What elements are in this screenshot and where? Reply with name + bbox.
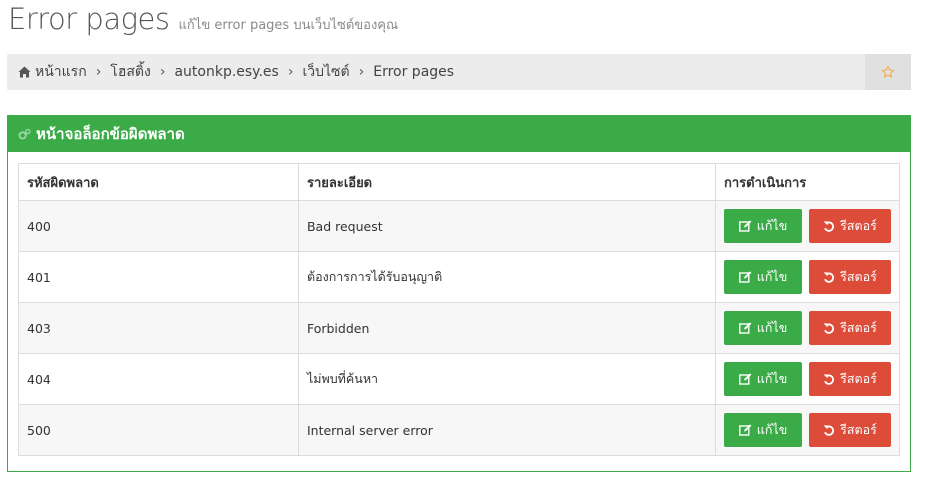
home-icon: [18, 66, 31, 78]
favorite-button[interactable]: [865, 54, 911, 90]
edit-button[interactable]: แก้ไข: [724, 209, 803, 243]
edit-icon: [738, 271, 752, 283]
table-row: 401 ต้องการการได้รับอนุญาติ แก้ไข รีสตอร…: [18, 251, 900, 303]
actions-cell: แก้ไข รีสตอร์: [715, 200, 900, 252]
restore-button[interactable]: รีสตอร์: [809, 209, 891, 243]
table-row: 500 Internal server error แก้ไข รีสตอร์: [18, 404, 900, 456]
error-pages-panel: หน้าจอล็อกข้อผิดพลาด รหัสผิดพลาด รายละเอ…: [7, 115, 911, 472]
column-header-code: รหัสผิดพลาด: [18, 163, 299, 201]
error-description-cell: ต้องการการได้รับอนุญาติ: [297, 251, 717, 303]
breadcrumb-separator: ›: [358, 64, 365, 80]
edit-button[interactable]: แก้ไข: [724, 413, 803, 447]
breadcrumb-item-home[interactable]: หน้าแรก: [18, 61, 87, 83]
error-code-cell: 500: [18, 404, 299, 456]
undo-icon: [823, 221, 835, 232]
page-title: Error pages: [8, 2, 170, 36]
edit-button-label: แก้ไข: [756, 269, 788, 284]
breadcrumb-item-domain[interactable]: autonkp.esy.es: [174, 64, 278, 80]
restore-button-label: รีสตอร์: [840, 218, 877, 233]
restore-button-label: รีสตอร์: [840, 320, 877, 335]
error-code-cell: 403: [18, 302, 299, 354]
page-subtitle: แก้ไข error pages บนเว็บไซต์ของคุณ: [178, 18, 399, 33]
edit-button-label: แก้ไข: [756, 320, 788, 335]
error-description-cell: Internal server error: [297, 404, 717, 456]
restore-button[interactable]: รีสตอร์: [809, 413, 891, 447]
restore-button[interactable]: รีสตอร์: [809, 260, 891, 294]
table-row: 403 Forbidden แก้ไข รีสตอร์: [18, 302, 900, 354]
breadcrumb-separator: ›: [95, 64, 102, 80]
edit-button-label: แก้ไข: [756, 218, 788, 233]
page-header: Error pages แก้ไข error pages บนเว็บไซต์…: [8, 2, 398, 36]
undo-icon: [823, 374, 835, 385]
breadcrumb-item-hosting[interactable]: โฮสติ้ง: [110, 61, 151, 83]
column-header-description: รายละเอียด: [297, 163, 717, 201]
error-code-cell: 401: [18, 251, 299, 303]
edit-button-label: แก้ไข: [756, 422, 788, 437]
table-row: 400 Bad request แก้ไข รีสตอร์: [18, 200, 900, 252]
edit-button[interactable]: แก้ไข: [724, 311, 803, 345]
cogs-icon: [18, 128, 31, 140]
breadcrumb-label: หน้าแรก: [35, 64, 87, 80]
error-code-cell: 400: [18, 200, 299, 252]
error-pages-table: รหัสผิดพลาด รายละเอียด การดำเนินการ 400 …: [18, 163, 900, 456]
table-row: 404 ไม่พบที่ค้นหา แก้ไข รีสตอร์: [18, 353, 900, 405]
edit-icon: [738, 373, 752, 385]
edit-button[interactable]: แก้ไข: [724, 362, 803, 396]
actions-cell: แก้ไข รีสตอร์: [715, 251, 900, 303]
actions-cell: แก้ไข รีสตอร์: [715, 302, 900, 354]
breadcrumb-separator: ›: [287, 64, 294, 80]
error-description-cell: Bad request: [297, 200, 717, 252]
edit-button-label: แก้ไข: [756, 371, 788, 386]
breadcrumb-item-current: Error pages: [373, 64, 455, 80]
edit-icon: [738, 424, 752, 436]
breadcrumb-separator: ›: [159, 64, 166, 80]
actions-cell: แก้ไข รีสตอร์: [715, 404, 900, 456]
undo-icon: [823, 425, 835, 436]
restore-button-label: รีสตอร์: [840, 371, 877, 386]
breadcrumb-items: หน้าแรก › โฮสติ้ง › autonkp.esy.es › เว็…: [18, 54, 454, 90]
column-header-actions: การดำเนินการ: [715, 163, 900, 201]
error-description-cell: Forbidden: [297, 302, 717, 354]
restore-button[interactable]: รีสตอร์: [809, 362, 891, 396]
restore-button[interactable]: รีสตอร์: [809, 311, 891, 345]
breadcrumb: หน้าแรก › โฮสติ้ง › autonkp.esy.es › เว็…: [7, 54, 911, 90]
edit-icon: [738, 220, 752, 232]
edit-icon: [738, 322, 752, 334]
error-description-cell: ไม่พบที่ค้นหา: [297, 353, 717, 405]
actions-cell: แก้ไข รีสตอร์: [715, 353, 900, 405]
error-code-cell: 404: [18, 353, 299, 405]
undo-icon: [823, 272, 835, 283]
edit-button[interactable]: แก้ไข: [724, 260, 803, 294]
table-body: 400 Bad request แก้ไข รีสตอร์ 401 ต้องกา…: [18, 200, 900, 456]
table-header-row: รหัสผิดพลาด รายละเอียด การดำเนินการ: [18, 163, 900, 201]
panel-title: หน้าจอล็อกข้อผิดพลาด: [36, 125, 185, 143]
star-icon: [881, 65, 895, 78]
restore-button-label: รีสตอร์: [840, 422, 877, 437]
restore-button-label: รีสตอร์: [840, 269, 877, 284]
panel-heading: หน้าจอล็อกข้อผิดพลาด: [8, 116, 910, 152]
breadcrumb-item-website[interactable]: เว็บไซต์: [302, 61, 349, 83]
undo-icon: [823, 323, 835, 334]
